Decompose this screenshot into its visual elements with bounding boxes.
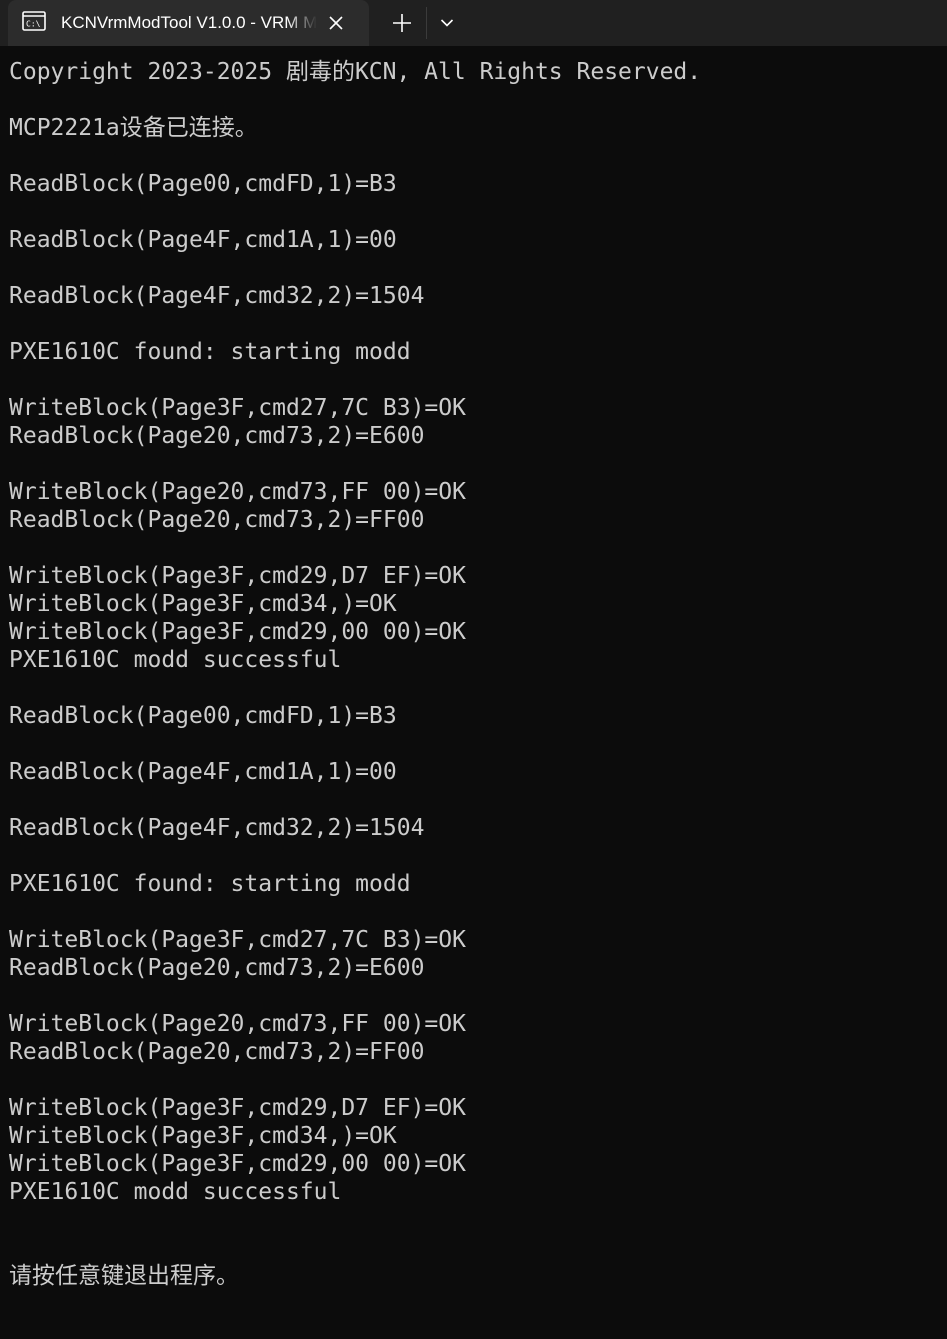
svg-text:C:\: C:\ [26, 20, 41, 29]
console-line: ReadBlock(Page20,cmd73,2)=E600 [9, 955, 425, 981]
console-line: WriteBlock(Page20,cmd73,FF 00)=OK [9, 479, 466, 505]
console-line: ReadBlock(Page20,cmd73,2)=E600 [9, 423, 425, 449]
close-icon[interactable] [322, 9, 350, 37]
console-line: ReadBlock(Page4F,cmd32,2)=1504 [9, 815, 425, 841]
console-line: ReadBlock(Page4F,cmd32,2)=1504 [9, 283, 425, 309]
tab-active[interactable]: C:\ KCNVrmModTool V1.0.0 - VRM Mod Tool [8, 0, 369, 46]
tab-separator [426, 7, 427, 39]
chevron-down-icon[interactable] [433, 8, 461, 38]
console-line: ReadBlock(Page00,cmdFD,1)=B3 [9, 171, 397, 197]
console-output[interactable]: Copyright 2023-2025 剧毒的KCN, All Rights R… [9, 58, 939, 1328]
plus-icon[interactable] [386, 8, 418, 38]
console-line: ReadBlock(Page00,cmdFD,1)=B3 [9, 703, 397, 729]
console-line: WriteBlock(Page3F,cmd29,00 00)=OK [9, 1151, 466, 1177]
console-line: ReadBlock(Page4F,cmd1A,1)=00 [9, 759, 397, 785]
console-line: WriteBlock(Page3F,cmd29,D7 EF)=OK [9, 563, 466, 589]
console-line: PXE1610C modd successful [9, 1179, 342, 1205]
console-line: Copyright 2023-2025 剧毒的KCN, All Rights R… [9, 59, 702, 85]
console-line: PXE1610C modd successful [9, 647, 342, 673]
console-line: 请按任意键退出程序。 [9, 1263, 239, 1289]
console-line: PXE1610C found: starting modd [9, 339, 411, 365]
console-icon: C:\ [22, 11, 46, 31]
tab-bar: C:\ KCNVrmModTool V1.0.0 - VRM Mod Tool [0, 0, 947, 46]
console-line: PXE1610C found: starting modd [9, 871, 411, 897]
console-line: ReadBlock(Page20,cmd73,2)=FF00 [9, 507, 425, 533]
tab-title: KCNVrmModTool V1.0.0 - VRM Mod Tool [61, 13, 317, 32]
console-line: MCP2221a设备已连接。 [9, 115, 258, 141]
console-line: WriteBlock(Page3F,cmd27,7C B3)=OK [9, 395, 466, 421]
console-line: ReadBlock(Page4F,cmd1A,1)=00 [9, 227, 397, 253]
terminal-window: C:\ KCNVrmModTool V1.0.0 - VRM Mod Tool [0, 0, 947, 1339]
console-line: ReadBlock(Page20,cmd73,2)=FF00 [9, 1039, 425, 1065]
console-line: WriteBlock(Page20,cmd73,FF 00)=OK [9, 1011, 466, 1037]
console-line: WriteBlock(Page3F,cmd29,00 00)=OK [9, 619, 466, 645]
console-line: WriteBlock(Page3F,cmd29,D7 EF)=OK [9, 1095, 466, 1121]
console-line: WriteBlock(Page3F,cmd27,7C B3)=OK [9, 927, 466, 953]
console-line: WriteBlock(Page3F,cmd34,)=OK [9, 1123, 397, 1149]
console-line: WriteBlock(Page3F,cmd34,)=OK [9, 591, 397, 617]
